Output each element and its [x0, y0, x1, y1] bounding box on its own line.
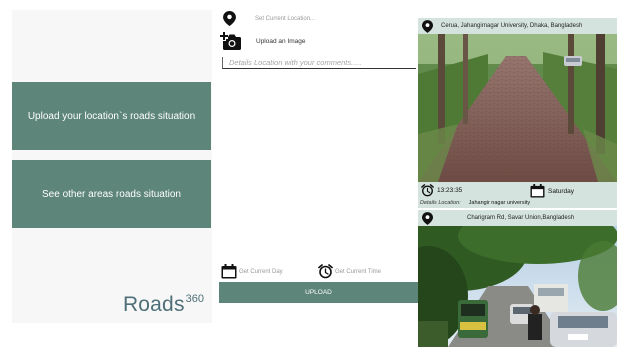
- feed-post[interactable]: Cerua, Jahangirnagar University, Dhaka, …: [418, 18, 617, 208]
- feed-post[interactable]: Charigram Rd, Savar Union,Bangladesh: [418, 210, 617, 347]
- map-pin-icon: [422, 19, 433, 33]
- post-day-value: Saturday: [548, 187, 575, 195]
- see-other-areas-button[interactable]: See other areas roads situation: [12, 160, 211, 228]
- traffic-road-photo: [418, 226, 617, 347]
- feed-screen[interactable]: Cerua, Jahangirnagar University, Dhaka, …: [418, 10, 617, 347]
- alarm-clock-icon: [421, 184, 434, 197]
- calendar-icon: [530, 184, 545, 198]
- upload-button[interactable]: UPLOAD: [219, 282, 418, 303]
- map-pin-icon: [422, 211, 433, 225]
- get-time-control[interactable]: Get Current Time: [318, 264, 381, 279]
- date-time-row: Get Current Day Get Current Time: [221, 264, 417, 280]
- app-logo: Roads360: [123, 293, 204, 317]
- road-photo[interactable]: [418, 34, 617, 182]
- get-day-label: Get Current Day: [239, 268, 283, 275]
- upload-road-situation-label: Upload your location`s roads situation: [27, 110, 196, 122]
- upload-image-row[interactable]: Upload an Image: [220, 31, 306, 51]
- post-location: Charigram Rd, Savar Union,Bangladesh: [467, 215, 575, 221]
- post-details: Details Location: Jahangir nagar universi…: [420, 200, 530, 206]
- post-location: Cerua, Jahangirnagar University, Dhaka, …: [441, 23, 583, 29]
- upload-button-label: UPLOAD: [305, 289, 332, 296]
- post-header: Charigram Rd, Savar Union,Bangladesh: [418, 210, 617, 226]
- calendar-icon[interactable]: [221, 264, 237, 279]
- map-pin-icon[interactable]: [223, 11, 236, 26]
- post-time: 13:23:35: [421, 184, 462, 197]
- details-value: Jahangir nagar university: [468, 200, 531, 206]
- logo-word: Roads: [122, 293, 185, 316]
- upload-road-situation-button[interactable]: Upload your location`s roads situation: [12, 82, 211, 150]
- get-day-control[interactable]: Get Current Day: [221, 264, 283, 279]
- post-header: Cerua, Jahangirnagar University, Dhaka, …: [418, 18, 617, 34]
- details-label: Details Location:: [420, 200, 461, 206]
- camera-add-icon[interactable]: [220, 31, 242, 51]
- logo-number: 360: [185, 293, 204, 305]
- post-meta-row: 13:23:35 Saturday: [418, 184, 617, 198]
- upload-form-screen: Set Current Location... Upload an Image …: [219, 10, 418, 303]
- set-location-row[interactable]: Set Current Location...: [223, 11, 315, 26]
- home-screen: Upload your location`s roads situation S…: [12, 10, 212, 323]
- brick-road-photo: [418, 34, 617, 182]
- alarm-clock-icon[interactable]: [318, 264, 333, 279]
- upload-image-label: Upload an Image: [256, 37, 306, 45]
- post-day: Saturday: [530, 184, 574, 198]
- set-location-label: Set Current Location...: [255, 15, 316, 22]
- post-time-value: 13:23:35: [437, 187, 463, 194]
- road-photo[interactable]: [418, 226, 617, 347]
- comment-input[interactable]: [222, 57, 416, 69]
- see-other-areas-label: See other areas roads situation: [42, 188, 181, 200]
- get-time-label: Get Current Time: [335, 268, 382, 275]
